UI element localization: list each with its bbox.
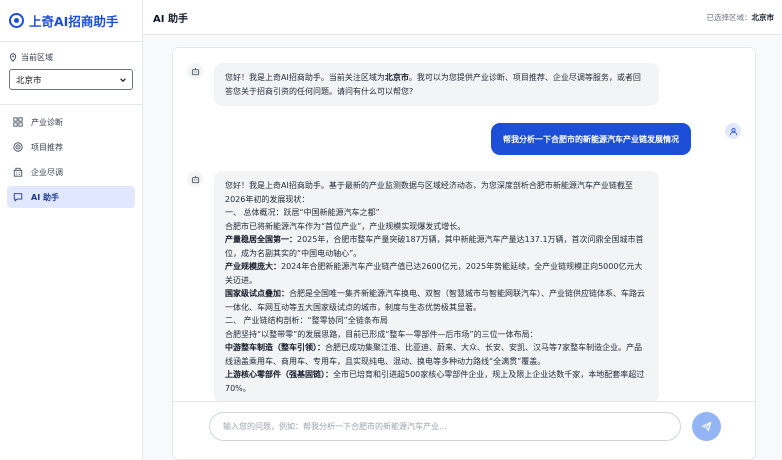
region-label: 当前区域: [9, 52, 133, 63]
sidebar-item-label: 项目推荐: [31, 142, 63, 152]
selected-region-indicator: 已选择区域：北京市: [707, 12, 775, 23]
composer: 输入您的问题，例如：帮我分析一下合肥市的新能源汽车产业...: [173, 401, 755, 459]
user-avatar: [725, 123, 741, 139]
region-select-value: 北京市: [16, 75, 42, 86]
answer-point-3: 国家级试点叠加：合肥是全国唯一集齐新能源汽车换电、双智（智慧城市与智能网联汽车）…: [225, 287, 648, 314]
sidebar-item-due-diligence[interactable]: 企业尽调: [7, 161, 135, 183]
sidebar: 上奇AI招商助手 当前区域 北京市 产业诊断 项目推荐 企业尽调 AI 助手: [0, 0, 143, 460]
chat-input-placeholder: 输入您的问题，例如：帮我分析一下合肥市的新能源汽车产业...: [223, 422, 447, 431]
bot-message-greeting: 您好！我是上奇AI招商助手。当前关注区域为北京市。我可以为您提供产业诊断、项目推…: [214, 63, 659, 106]
sidebar-item-ai-assistant[interactable]: AI 助手: [7, 186, 135, 208]
target-icon: [13, 142, 23, 152]
page-title: AI 助手: [153, 13, 188, 25]
top-header: AI 助手 已选择区域：北京市: [143, 0, 782, 35]
answer-point-5: 上游核心零部件（强基固链）：全市已培育和引进超500家核心零部件企业，规上及限上…: [225, 368, 648, 395]
bot-avatar: [187, 171, 203, 187]
answer-section-2-text: 合肥坚持“以整带零”的发展思路，目前已形成“整车—零部件—后市场”的三位一体布局…: [225, 329, 538, 339]
robot-icon: [191, 67, 199, 75]
region-section: 当前区域 北京市: [0, 42, 142, 90]
selected-region-value: 北京市: [751, 12, 775, 22]
sidebar-item-label: 企业尽调: [31, 167, 63, 177]
sidebar-item-label: 产业诊断: [31, 117, 63, 127]
grid-icon: [13, 117, 23, 127]
chat-panel: 您好！我是上奇AI招商助手。当前关注区域为北京市。我可以为您提供产业诊断、项目推…: [172, 47, 756, 460]
message-list[interactable]: 您好！我是上奇AI招商助手。当前关注区域为北京市。我可以为您提供产业诊断、项目推…: [173, 48, 755, 401]
answer-point-1-label: 产量稳居全国第一：: [225, 235, 297, 244]
selected-region-label: 已选择区域：: [706, 12, 752, 22]
answer-point-2-label: 产业规模庞大：: [225, 262, 281, 271]
answer-section-1-text: 合肥市已将新能源汽车作为“首位产业”，产业规模实现爆发式增长。: [225, 221, 466, 231]
bot-message-answer: 您好！我是上奇AI招商助手。基于最新的产业监测数据与区域经济动态，为您深度剖析合…: [214, 171, 659, 401]
map-pin-icon: [9, 53, 17, 62]
sidebar-item-label: AI 助手: [31, 192, 59, 202]
answer-point-2: 产业规模庞大：2024年合肥新能源汽车产业链产值已达2600亿元，2025年势能…: [225, 260, 648, 287]
answer-point-3-label: 国家级试点叠加：: [225, 289, 289, 298]
answer-point-4: 中游整车制造（整车引领）：合肥已成功集聚江淮、比亚迪、蔚来、大众、长安、安凯、汉…: [225, 341, 648, 368]
user-message: 帮我分析一下合肥市的新能源汽车产业链发展情况: [491, 123, 691, 155]
send-button[interactable]: [692, 412, 721, 441]
sidebar-nav: 产业诊断 项目推荐 企业尽调 AI 助手: [0, 104, 142, 208]
robot-icon: [191, 175, 199, 183]
chat-input[interactable]: 输入您的问题，例如：帮我分析一下合肥市的新能源汽车产业...: [209, 412, 681, 441]
target-logo-icon: [9, 13, 24, 28]
answer-point-4-label: 中游整车制造（整车引领）：: [225, 343, 325, 352]
answer-point-2-text: 2024年合肥新能源汽车产业链产值已达2600亿元，2025年势能延续，全产业链…: [225, 262, 643, 285]
region-label-text: 当前区域: [21, 53, 53, 62]
answer-section-2-title: 二、 产业链结构剖析：“整零协同”全链条布局: [225, 316, 388, 325]
answer-point-1: 产量稳居全国第一：2025年，合肥市整车产量突破187万辆，其中新能源汽车产量达…: [225, 233, 648, 260]
answer-section-1-title: 一、 总体概况：跃居“中国新能源汽车之都”: [225, 208, 380, 217]
region-select[interactable]: 北京市: [9, 69, 133, 90]
sidebar-item-project-recommend[interactable]: 项目推荐: [7, 136, 135, 158]
app-title: 上奇AI招商助手: [29, 14, 119, 29]
chat-icon: [13, 193, 23, 202]
brand: 上奇AI招商助手: [0, 0, 142, 42]
answer-intro: 您好！我是上奇AI招商助手。基于最新的产业监测数据与区域经济动态，为您深度剖析合…: [225, 181, 633, 204]
building-icon: [13, 167, 23, 177]
greeting-text-pre: 您好！我是上奇AI招商助手。当前关注区域为: [225, 73, 385, 82]
bot-avatar: [187, 63, 203, 79]
send-icon: [701, 421, 712, 432]
sidebar-item-industry-diagnosis[interactable]: 产业诊断: [7, 111, 135, 133]
chevron-down-icon: [120, 78, 126, 82]
answer-point-5-label: 上游核心零部件（强基固链）：: [225, 370, 333, 379]
user-icon: [729, 127, 737, 135]
greeting-region: 北京市: [384, 73, 409, 82]
